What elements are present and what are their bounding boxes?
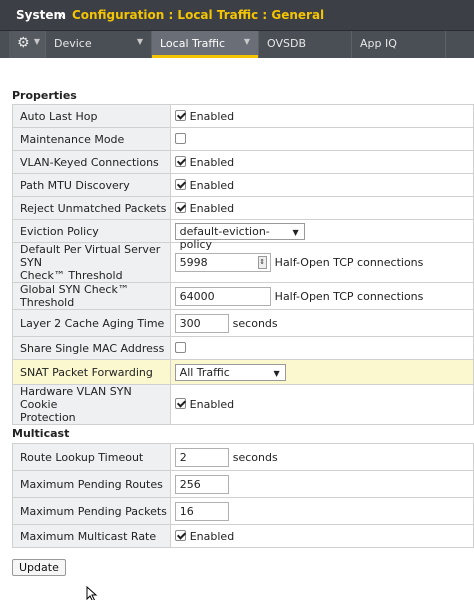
row-default-syn: Default Per Virtual Server SYN Check™ Thr… (12, 242, 474, 283)
default-syn-label-line1: Default Per Virtual Server SYN (20, 243, 161, 269)
hw-vlan-syn-checkbox[interactable] (174, 398, 186, 410)
row-max-routes: Maximum Pending Routes 256 (12, 470, 474, 498)
path-mtu-status: Enabled (189, 178, 235, 192)
max-routes-label: Maximum Pending Routes (12, 470, 171, 498)
path-mtu-checkbox[interactable] (174, 178, 186, 190)
hw-vlan-syn-status: Enabled (189, 398, 235, 412)
tab-ovsdb[interactable]: OVSDB (259, 31, 352, 58)
multicast-table: Route Lookup Timeout 2 seconds Maximum Pe… (12, 443, 474, 548)
tab-ovsdb-label: OVSDB (267, 37, 306, 50)
max-rate-status: Enabled (189, 529, 235, 543)
breadcrumb-separator: » (58, 8, 66, 22)
l2-cache-input[interactable]: 300 (174, 313, 229, 333)
auto-last-hop-checkbox[interactable] (174, 109, 186, 121)
eviction-policy-label: Eviction Policy (12, 219, 171, 243)
max-rate-label: Maximum Multicast Rate (12, 524, 171, 548)
tab-local-traffic-label: Local Traffic (160, 37, 226, 50)
global-syn-value: 64000 (179, 289, 215, 303)
default-syn-value: 5998 (179, 256, 208, 269)
tab-device[interactable]: Device ▼ (46, 31, 152, 58)
row-vlan-keyed: VLAN-Keyed Connections Enabled (12, 150, 474, 174)
default-syn-label: Default Per Virtual Server SYN Check™ Thr… (12, 242, 171, 283)
max-routes-input[interactable]: 256 (174, 474, 229, 494)
default-syn-unit: Half-Open TCP connections (274, 256, 424, 269)
row-hw-vlan-syn: Hardware VLAN SYN Cookie Protection Enabl… (12, 384, 474, 425)
max-rate-checkbox[interactable] (174, 529, 186, 541)
default-syn-input[interactable]: 5998 ⇕ (174, 253, 271, 272)
chevron-down-icon: ▼ (243, 37, 250, 46)
l2-cache-unit: seconds (232, 316, 278, 330)
dropdown-arrow-icon: ▼ (292, 227, 299, 237)
global-syn-unit: Half-Open TCP connections (274, 289, 424, 303)
single-mac-label: Share Single MAC Address (12, 336, 171, 360)
row-l2-cache: Layer 2 Cache Aging Time 300 seconds (12, 309, 474, 337)
spinner-icon[interactable]: ⇕ (257, 256, 267, 269)
snat-forwarding-label: SNAT Packet Forwarding (12, 359, 171, 385)
reject-unmatched-status: Enabled (189, 201, 235, 215)
maintenance-mode-checkbox[interactable] (174, 133, 186, 144)
l2-cache-label: Layer 2 Cache Aging Time (12, 309, 171, 337)
properties-heading: Properties (12, 89, 77, 102)
eviction-policy-select[interactable]: default-eviction-policy ▼ (174, 222, 305, 251)
dropdown-arrow-icon: ▼ (273, 368, 280, 378)
max-packets-value: 16 (179, 504, 194, 518)
default-syn-label-line2: Check™ Threshold (20, 269, 123, 282)
gear-icon: ⚙ (17, 35, 30, 51)
auto-last-hop-label: Auto Last Hop (12, 104, 171, 128)
mouse-pointer-icon (86, 586, 98, 600)
vlan-keyed-status: Enabled (189, 155, 235, 169)
hw-vlan-syn-label: Hardware VLAN SYN Cookie Protection (12, 384, 171, 425)
chevron-down-icon: ▼ (33, 37, 40, 46)
row-route-lookup: Route Lookup Timeout 2 seconds (12, 443, 474, 471)
row-eviction-policy: Eviction Policy default-eviction-policy ▼ (12, 219, 474, 251)
route-lookup-unit: seconds (232, 450, 278, 464)
title-bar: System » Configuration : Local Traffic :… (0, 0, 474, 31)
snat-forwarding-select[interactable]: All Traffic ▼ (174, 363, 286, 381)
maintenance-mode-label: Maintenance Mode (12, 127, 171, 151)
row-reject-unmatched: Reject Unmatched Packets Enabled (12, 196, 474, 220)
tab-bar: ⚙ ▼ Device ▼ Local Traffic ▼ OVSDB App I… (0, 31, 474, 58)
row-global-syn: Global SYN Check™ Threshold 64000 Half-Op… (12, 282, 474, 310)
route-lookup-value: 2 (179, 450, 187, 464)
tab-local-traffic[interactable]: Local Traffic ▼ (152, 31, 259, 58)
active-tab-indicator (152, 55, 258, 58)
row-path-mtu: Path MTU Discovery Enabled (12, 173, 474, 197)
max-packets-label: Maximum Pending Packets (12, 497, 171, 525)
route-lookup-label: Route Lookup Timeout (12, 443, 171, 471)
route-lookup-input[interactable]: 2 (174, 447, 229, 467)
path-mtu-label: Path MTU Discovery (12, 173, 171, 197)
row-max-rate: Maximum Multicast Rate Enabled (12, 524, 474, 548)
global-syn-label: Global SYN Check™ Threshold (12, 282, 171, 310)
single-mac-checkbox[interactable] (174, 342, 186, 353)
gear-menu-button[interactable]: ⚙ ▼ (9, 31, 46, 58)
hw-vlan-syn-label-line1: Hardware VLAN SYN Cookie (20, 385, 132, 411)
vlan-keyed-checkbox[interactable] (174, 155, 186, 167)
row-snat-forwarding: SNAT Packet Forwarding All Traffic ▼ (12, 359, 474, 385)
breadcrumb-path[interactable]: Configuration : Local Traffic : General (72, 8, 324, 22)
multicast-heading: Multicast (12, 427, 70, 440)
max-routes-value: 256 (179, 477, 201, 491)
tab-device-label: Device (54, 37, 92, 50)
chevron-down-icon: ▼ (136, 37, 143, 46)
global-syn-input[interactable]: 64000 (174, 286, 271, 306)
auto-last-hop-status: Enabled (189, 109, 235, 123)
tab-app-iq-label: App IQ (360, 37, 397, 50)
tab-app-iq[interactable]: App IQ (352, 31, 446, 58)
row-max-packets: Maximum Pending Packets 16 (12, 497, 474, 525)
row-single-mac: Share Single MAC Address (12, 336, 474, 360)
properties-table: Auto Last Hop Enabled Maintenance Mode V… (12, 104, 474, 425)
update-button[interactable]: Update (12, 559, 66, 576)
vlan-keyed-label: VLAN-Keyed Connections (12, 150, 171, 174)
max-packets-input[interactable]: 16 (174, 501, 229, 521)
reject-unmatched-checkbox[interactable] (174, 201, 186, 213)
hw-vlan-syn-label-line2: Protection (20, 411, 76, 424)
l2-cache-value: 300 (179, 316, 201, 330)
snat-forwarding-value: All Traffic (179, 365, 230, 379)
row-auto-last-hop: Auto Last Hop Enabled (12, 104, 474, 128)
row-maintenance-mode: Maintenance Mode (12, 127, 474, 151)
reject-unmatched-label: Reject Unmatched Packets (12, 196, 171, 220)
